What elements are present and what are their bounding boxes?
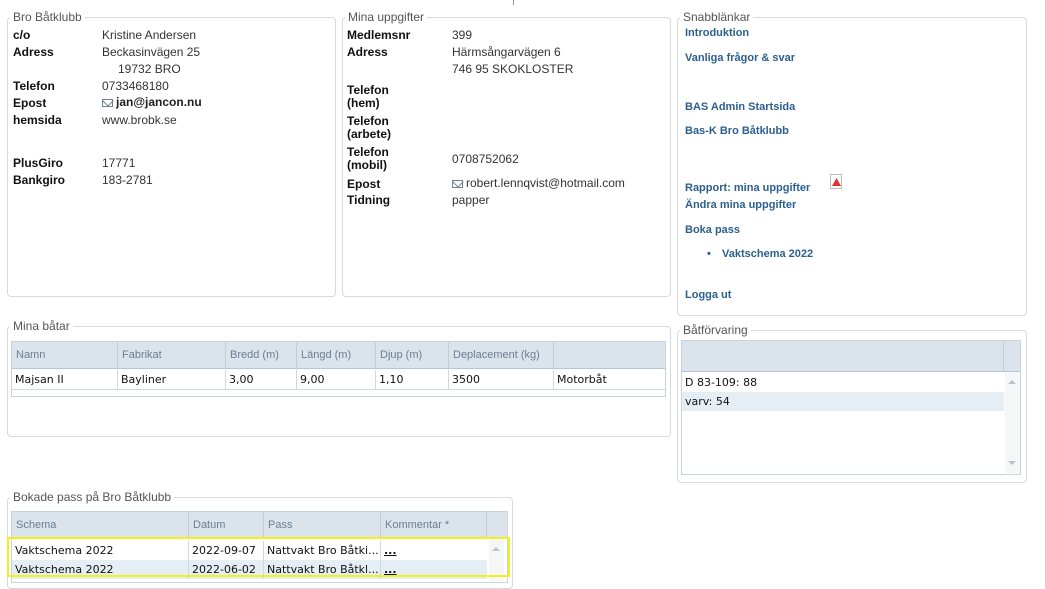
boats-col-depth[interactable]: Djup (m) [376,342,449,368]
scroll-up-icon[interactable] [1008,380,1016,384]
bookings-col-pass[interactable]: Pass [264,512,381,538]
boats-col-length[interactable]: Längd (m) [297,342,376,368]
club-bankgiro-label: Bankgiro [13,173,66,187]
club-co-label: c/o [13,28,31,42]
link-edit-info[interactable]: Ändra mina uppgifter [685,199,796,211]
member-phone-home-label-2: (hem) [347,96,380,110]
bookings-col-schema[interactable]: Schema [12,512,189,538]
boats-col-width[interactable]: Bredd (m) [226,342,297,368]
schedule-bullet: • [707,248,711,260]
storage-scrollbar[interactable] [1005,372,1020,473]
boat-depth: 1,10 [376,370,449,389]
bookings-col-date[interactable]: Datum [189,512,264,538]
storage-legend: Båtförvaring [680,323,751,337]
bookings-highlight [7,537,510,577]
club-address-line2: 19732 BRO [118,62,181,76]
club-phone-value: 0733468180 [102,79,169,93]
boat-name: Majsan II [12,370,118,389]
club-web-link[interactable]: www.brobk.se [102,114,177,127]
storage-row[interactable]: D 83-109: 88 [682,373,1004,392]
boats-grid: Namn Fabrikat Bredd (m) Längd (m) Djup (… [11,341,666,397]
club-plusgiro-value: 17771 [102,156,136,170]
boats-col-displacement[interactable]: Deplacement (kg) [449,342,554,368]
club-phone-label: Telefon [13,79,55,93]
link-bas-k[interactable]: Bas-K Bro Båtklubb [685,125,789,137]
member-email-value: robert.lennqvist@hotmail.com [466,176,625,190]
club-email-link[interactable]: jan@jancon.nu [102,96,202,109]
member-info-legend: Mina uppgifter [345,10,428,24]
storage-row[interactable]: varv: 54 [682,392,1004,411]
top-divider [0,0,1045,5]
storage-grid: D 83-109: 88 varv: 54 [681,340,1021,475]
link-schedule-2022[interactable]: Vaktschema 2022 [722,248,813,260]
storage-row-value: D 83-109: 88 [685,376,758,389]
boats-col-make[interactable]: Fabrikat [118,342,226,368]
member-phone-work-label-2: (arbete) [347,127,392,141]
member-email-link[interactable]: robert.lennqvist@hotmail.com [452,177,625,190]
boats-col-name[interactable]: Namn [12,342,118,368]
quicklinks-legend: Snabblänkar [680,10,754,24]
club-address-line1: Beckasinvägen 25 [102,45,201,59]
club-plusgiro-label: PlusGiro [13,156,64,170]
club-bankgiro-value: 183-2781 [102,173,153,187]
member-address-line1: Härmsångarvägen 6 [452,45,561,59]
boats-legend: Mina båtar [10,319,73,333]
link-logout[interactable]: Logga ut [685,289,731,301]
member-paper-label: Tidning [347,193,391,207]
link-faq[interactable]: Vanliga frågor & svar [685,52,795,64]
club-info-legend: Bro Båtklubb [10,10,85,24]
boat-make: Bayliner [118,370,226,389]
storage-grid-header [682,341,1020,372]
member-email-label: Epost [347,177,381,191]
mail-icon [102,99,113,107]
club-web-label: hemsida [13,113,62,127]
member-number-label: Medlemsnr [347,28,411,42]
bookings-col-comment[interactable]: Kommentar * [381,512,487,538]
member-address-label: Adress [347,45,388,59]
storage-row-value: varv: 54 [685,395,730,408]
scroll-down-icon[interactable] [1008,461,1016,465]
member-address-line2: 746 95 SKOKLOSTER [452,62,574,76]
link-bas-admin[interactable]: BAS Admin Startsida [685,101,795,113]
member-number-value: 399 [452,28,473,42]
link-introduction[interactable]: Introduktion [685,27,749,39]
pdf-icon[interactable] [830,174,842,189]
club-email-label: Epost [13,96,47,110]
boat-width: 3,00 [226,370,297,389]
link-report[interactable]: Rapport: mina uppgifter [685,182,810,194]
member-phone-mobile-label-2: (mobil) [347,158,387,172]
link-book-shift[interactable]: Boka pass [685,224,740,236]
boat-length: 9,00 [297,370,376,389]
member-paper-value: papper [452,193,490,207]
boats-row[interactable]: Majsan II Bayliner 3,00 9,00 1,10 3500 M… [12,370,665,390]
member-phone-mobile-value: 0708752062 [452,152,519,166]
boats-col-type[interactable] [554,342,665,368]
club-email-value: jan@jancon.nu [116,95,202,109]
boat-displacement: 3500 [449,370,554,389]
club-address-label: Adress [13,45,54,59]
boats-grid-header: Namn Fabrikat Bredd (m) Längd (m) Djup (… [12,342,665,369]
bookings-legend: Bokade pass på Bro Båtklubb [10,490,175,504]
bookings-grid-header: Schema Datum Pass Kommentar * [12,512,507,539]
mail-icon [452,180,463,188]
club-co-value: Kristine Andersen [102,28,197,42]
boat-type: Motorbåt [557,373,607,386]
storage-col-header[interactable] [682,341,1004,371]
